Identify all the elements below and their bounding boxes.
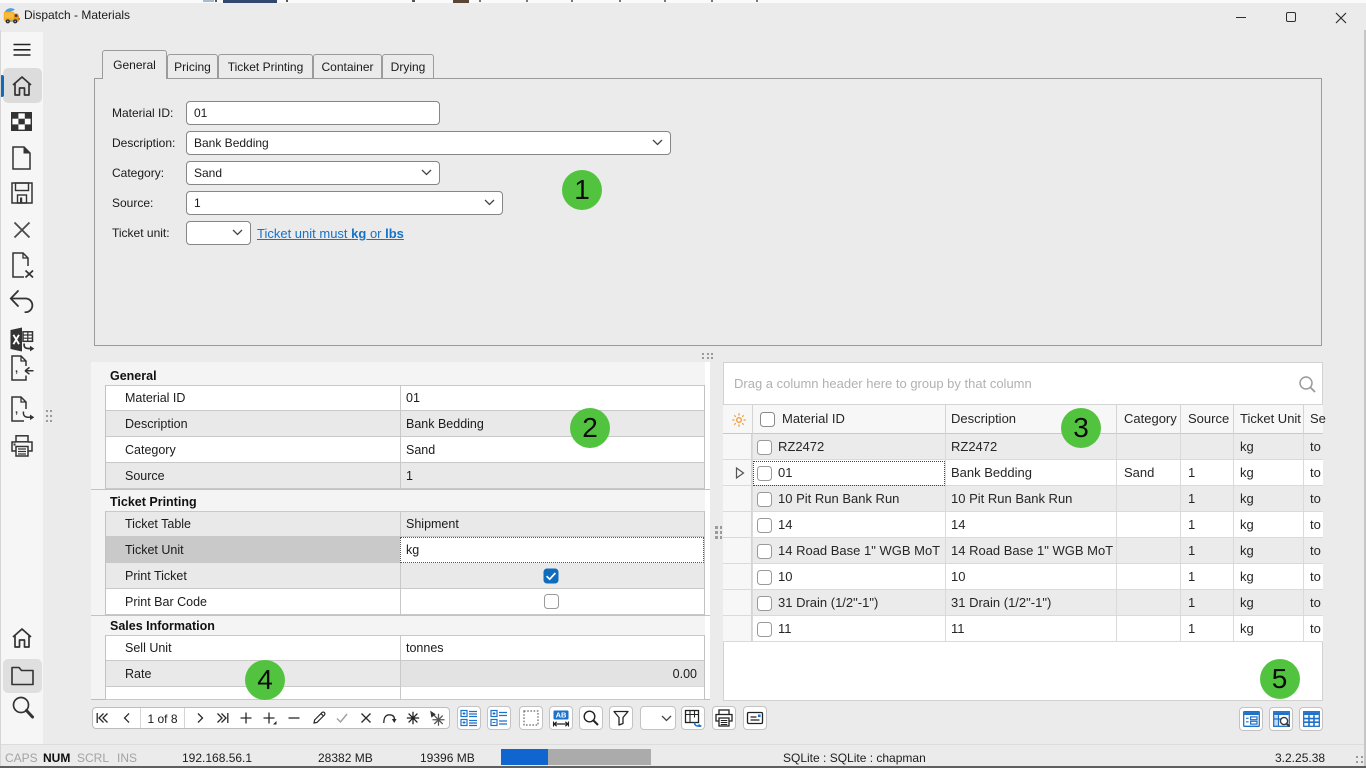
svg-text:,: , [15,404,18,416]
svg-text:,: , [15,363,18,375]
svg-text:AB: AB [556,711,567,720]
